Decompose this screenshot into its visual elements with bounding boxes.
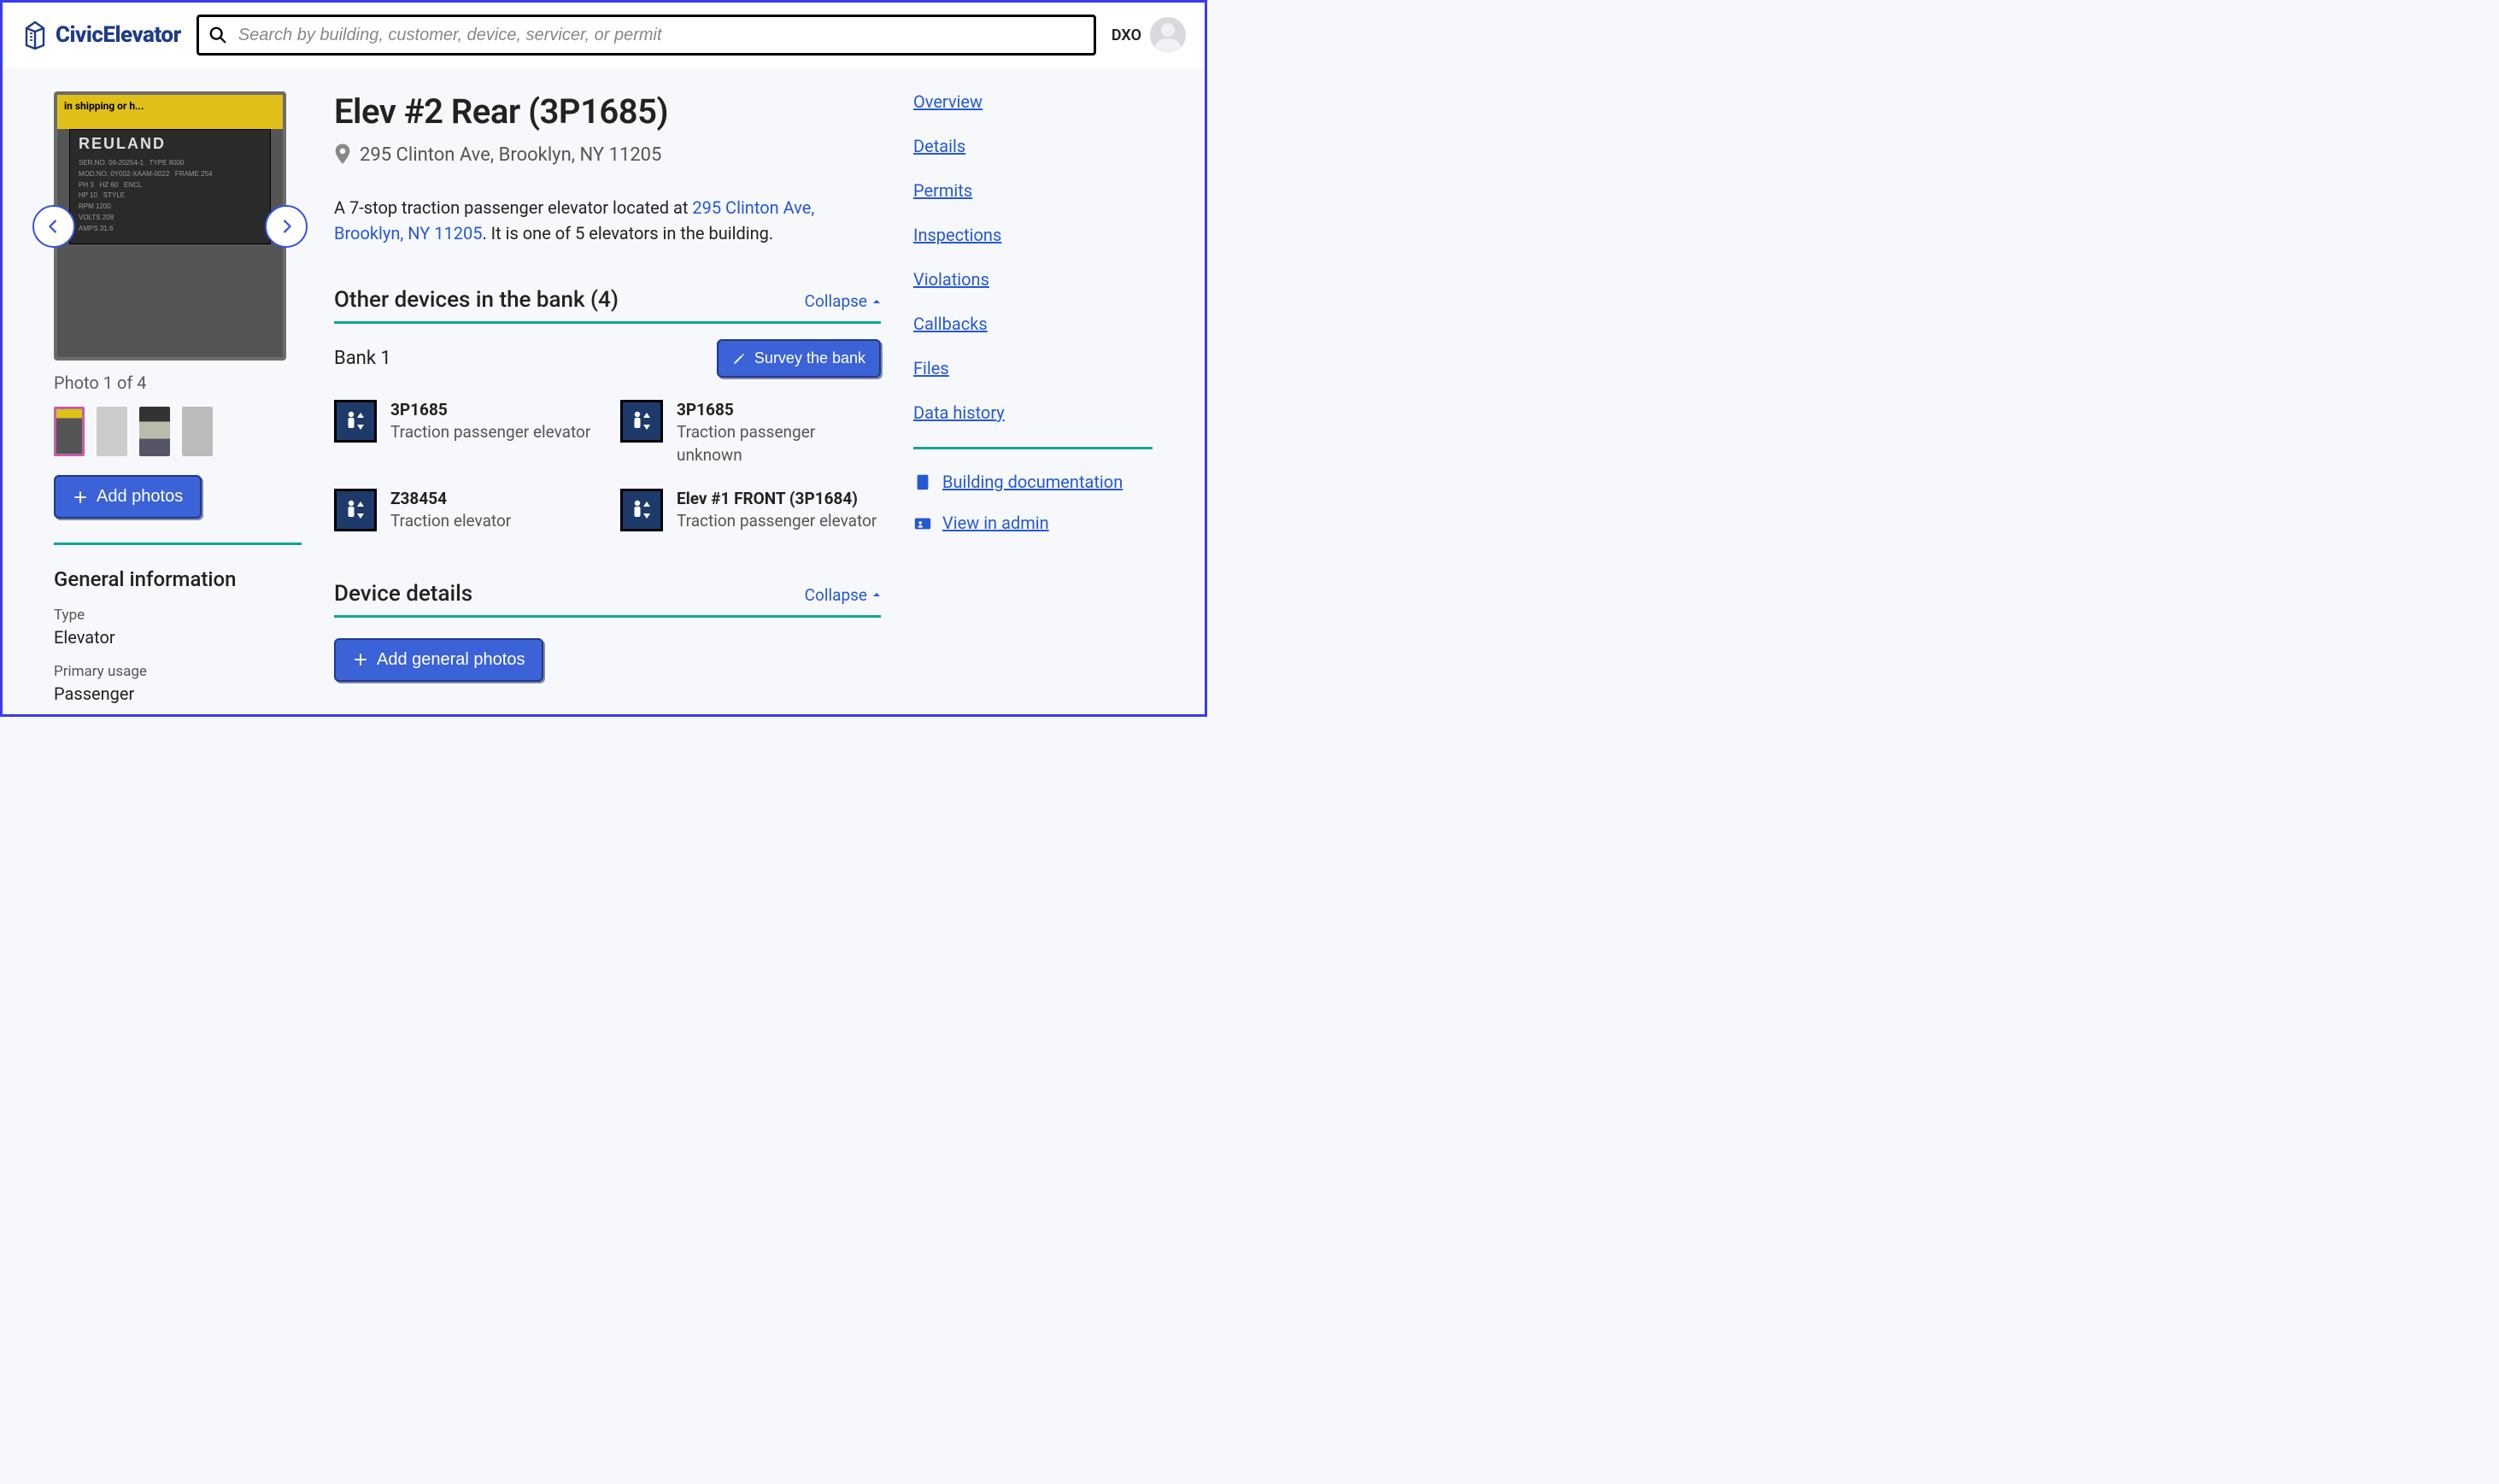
badge-icon [913,513,932,532]
photo-thumb-4[interactable] [182,407,213,456]
rnav-link-violations[interactable]: Violations [913,269,1153,290]
device-type: Traction elevator [390,510,511,533]
add-general-photos-button[interactable]: Add general photos [334,638,543,682]
usage-label: Primary usage [54,663,302,680]
caret-up-icon [872,297,881,306]
elevator-icon [334,489,377,531]
photo-thumb-1[interactable] [54,407,85,456]
device-name: 3P1685 [677,400,881,419]
add-photos-button[interactable]: Add photos [54,475,202,519]
photo-main: in shipping or h... REULAND SER.NO. 06-2… [54,91,286,361]
rnav-link-details[interactable]: Details [913,136,1153,156]
survey-bank-label: Survey the bank [754,349,865,367]
search-wrap [197,15,1096,56]
device-name: 3P1685 [390,400,590,419]
building-icon [21,20,49,50]
rnav-link-inspections[interactable]: Inspections [913,225,1153,245]
details-section-heading: Device details [334,581,472,607]
general-info-heading: General information [54,567,302,591]
rnav-link-permits[interactable]: Permits [913,180,1153,201]
photo-thumb-3[interactable] [139,407,170,456]
survey-bank-button[interactable]: Survey the bank [717,339,881,378]
search-input[interactable] [197,15,1096,56]
rnav-link-data-history[interactable]: Data history [913,402,1153,423]
photo-prev-button[interactable] [32,205,75,248]
rnav-link-files[interactable]: Files [913,358,1153,378]
photo-thumbs [54,407,302,456]
pin-icon [334,144,351,166]
device-item[interactable]: 3P1685 Traction passenger unknown [620,400,881,466]
type-value: Elevator [54,627,302,648]
plus-icon [353,652,368,667]
device-name: Elev #1 FRONT (3P1684) [677,489,877,508]
add-general-photos-label: Add general photos [377,650,525,670]
address-text: 295 Clinton Ave, Brooklyn, NY 11205 [360,144,661,166]
bank-section-heading: Other devices in the bank (4) [334,287,619,313]
device-item[interactable]: Z38454 Traction elevator [334,489,595,533]
device-type: Traction passenger elevator [677,510,877,533]
usage-value: Passenger [54,683,302,704]
address-row: 295 Clinton Ave, Brooklyn, NY 11205 [334,144,881,166]
elevator-icon [334,400,377,443]
bank-collapse-toggle[interactable]: Collapse [805,291,881,311]
details-collapse-toggle[interactable]: Collapse [805,585,881,605]
device-type: Traction passenger unknown [677,421,881,466]
type-label: Type [54,607,302,624]
rnav-link-overview[interactable]: Overview [913,91,1153,112]
building-docs-link[interactable]: Building documentation [942,472,1123,492]
bank-name: Bank 1 [334,348,391,369]
topbar: CivicElevator DXO [3,3,1205,67]
plus-icon [73,490,88,505]
elevator-icon [620,400,663,443]
user-initials: DXO [1112,26,1141,44]
device-item[interactable]: Elev #1 FRONT (3P1684) Traction passenger… [620,489,881,533]
photo-counter: Photo 1 of 4 [54,372,302,393]
description: A 7-stop traction passenger elevator loc… [334,195,881,246]
clipboard-icon [913,472,932,491]
device-type: Traction passenger elevator [390,421,590,444]
photo-thumb-2[interactable] [97,407,127,456]
elevator-icon [620,489,663,531]
photo-shipping-text: in shipping or h... [57,95,283,112]
page-title: Elev #2 Rear (3P1685) [334,91,881,132]
pencil-icon [732,352,746,366]
view-admin-link[interactable]: View in admin [942,513,1049,533]
brand-logo[interactable]: CivicElevator [21,20,181,50]
photo-next-button[interactable] [265,205,308,248]
device-item[interactable]: 3P1685 Traction passenger elevator [334,400,595,466]
right-nav: Overview Details Permits Inspections Violati… [913,91,1153,423]
add-photos-label: Add photos [97,487,183,507]
brand-name: CivicElevator [56,22,181,48]
device-name: Z38454 [390,489,511,508]
caret-up-icon [872,590,881,599]
photo-brand: REULAND [79,135,261,153]
search-icon [208,26,227,44]
rnav-link-callbacks[interactable]: Callbacks [913,314,1153,334]
user-block[interactable]: DXO [1112,17,1186,53]
avatar [1150,17,1186,53]
